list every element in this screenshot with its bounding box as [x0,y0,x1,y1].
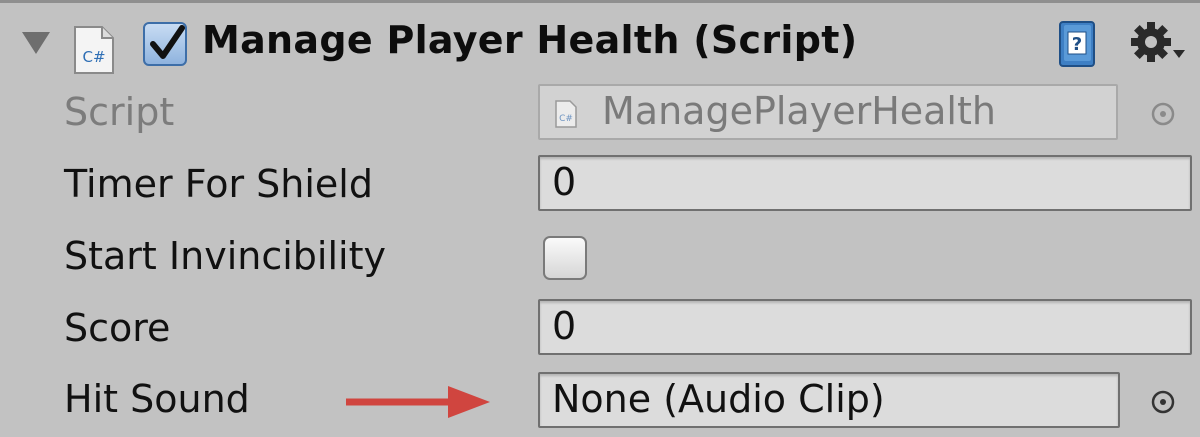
timer-for-shield-value: 0 [552,160,577,204]
svg-text:?: ? [1072,34,1082,55]
foldout-triangle-icon[interactable] [22,32,50,54]
help-book-icon[interactable]: ? [1058,20,1098,68]
checkmark-icon [150,25,185,59]
component-enabled-checkbox[interactable] [143,22,187,66]
svg-text:C#: C# [559,114,573,124]
timer-for-shield-field[interactable]: 0 [538,155,1192,211]
start-invincibility-checkbox[interactable] [543,236,587,280]
gear-icon[interactable] [1125,20,1189,70]
top-divider [0,0,1200,3]
score-label: Score [64,306,171,350]
score-value: 0 [552,304,577,348]
score-field[interactable]: 0 [538,299,1192,355]
csharp-script-icon: C# [74,26,114,74]
component-title: Manage Player Health (Script) [202,18,858,62]
object-picker-icon [1151,102,1175,126]
script-field: C# ManagePlayerHealth [538,84,1118,140]
csharp-script-icon: C# [555,100,577,128]
annotation-arrow-icon [346,386,490,418]
hit-sound-value: None (Audio Clip) [552,377,885,421]
object-picker-icon[interactable] [1150,389,1176,415]
start-invincibility-label: Start Invincibility [64,234,386,278]
hit-sound-label: Hit Sound [64,377,250,421]
svg-text:C#: C# [82,48,105,66]
script-label: Script [64,90,175,134]
script-field-value: ManagePlayerHealth [602,89,996,133]
timer-for-shield-label: Timer For Shield [64,162,373,206]
hit-sound-field[interactable]: None (Audio Clip) [538,372,1120,428]
